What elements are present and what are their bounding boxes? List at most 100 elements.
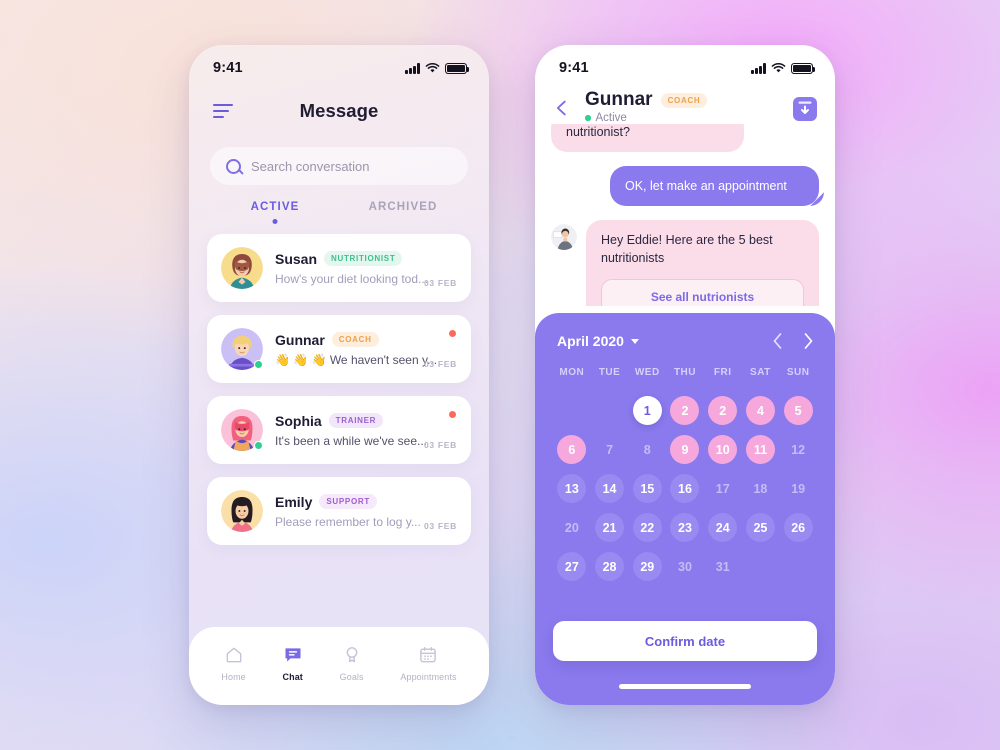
- conversation-title-row: Susan NUTRITIONIST: [275, 251, 457, 267]
- calendar-day[interactable]: 12: [784, 435, 813, 464]
- calendar-cell: 31: [704, 550, 742, 583]
- wifi-icon: [425, 62, 440, 73]
- conversation-item[interactable]: Emily SUPPORT Please remember to log y... 0…: [207, 477, 471, 545]
- wifi-icon: [771, 62, 786, 73]
- message-date: 03 FEB: [423, 521, 457, 531]
- page-title: Message: [299, 100, 379, 121]
- conversation-item[interactable]: Susan NUTRITIONIST How's your diet looking…: [207, 234, 471, 302]
- battery-icon: [445, 63, 470, 74]
- calendar-day[interactable]: 21: [595, 513, 625, 542]
- status-icons: [405, 62, 470, 74]
- unread-indicator: [449, 411, 456, 418]
- search-placeholder: Search conversation: [251, 158, 370, 174]
- weekday-tue: TUE: [598, 367, 621, 378]
- calendar-day[interactable]: 11: [745, 435, 775, 464]
- chat-header: Gunnar COACH Active: [535, 85, 835, 124]
- calendar-day[interactable]: 6: [557, 435, 587, 464]
- calendar-month-selector[interactable]: April 2020: [557, 333, 639, 349]
- calendar-day[interactable]: 17: [708, 474, 737, 503]
- calendar-day[interactable]: 8: [633, 435, 662, 464]
- calendar-day[interactable]: 14: [595, 474, 625, 503]
- status-bar-right: 9:41: [535, 45, 835, 85]
- calendar-day[interactable]: 4: [745, 396, 775, 425]
- calendar-day[interactable]: 31: [708, 552, 737, 581]
- tab-active[interactable]: ACTIVE: [211, 201, 339, 224]
- coach-avatar: [551, 224, 577, 251]
- calendar-day-grid[interactable]: 1 2 2 4 5 6 7 8 9 10 11 12 13 14 15 16 17 18 19 20 21 22 23 24 2…: [553, 394, 817, 583]
- calendar-cell: 27: [553, 550, 591, 583]
- chat-contact-role: COACH: [660, 92, 708, 108]
- download-icon[interactable]: [793, 97, 817, 121]
- contact-name: Emily: [275, 493, 313, 510]
- message-date: 03 FEB: [423, 440, 457, 450]
- search-input[interactable]: Search conversation: [210, 147, 468, 185]
- calendar-day[interactable]: 26: [783, 513, 813, 542]
- calendar-cell: 21: [591, 511, 629, 544]
- calendar-day[interactable]: 30: [670, 552, 699, 581]
- calendar-cell: 14: [591, 472, 629, 505]
- calendar-day[interactable]: 15: [632, 474, 662, 503]
- calendar-cell: 5: [779, 394, 817, 427]
- weekday-thu: THU: [673, 367, 697, 378]
- conversation-title-row: Emily SUPPORT: [275, 494, 457, 510]
- calendar-cell: 23: [666, 511, 704, 544]
- message-bubble-outgoing: OK, let make an appointment: [609, 166, 819, 207]
- chat-messages[interactable]: nutritionist? OK, let make an appointmen…: [535, 124, 835, 306]
- calendar-day[interactable]: 5: [783, 396, 813, 425]
- calendar-cell: 12: [779, 433, 817, 466]
- calendar-cell: 26: [779, 511, 817, 544]
- calendar-day[interactable]: 13: [557, 474, 587, 503]
- calendar-day[interactable]: 22: [632, 513, 662, 542]
- calendar-day[interactable]: 7: [595, 435, 624, 464]
- calendar-cell: 8: [628, 433, 666, 466]
- conversation-item[interactable]: Sophia TRAINER It's been a while we've see…: [207, 396, 471, 464]
- calendar-day[interactable]: 2: [708, 396, 738, 425]
- calendar-day[interactable]: 23: [670, 513, 700, 542]
- calendar-day[interactable]: 10: [708, 435, 738, 464]
- calendar-blank-cell: [553, 394, 591, 427]
- calendar-cell: 25: [742, 511, 780, 544]
- weekday-mon: MON: [559, 367, 585, 378]
- conversation-item[interactable]: Gunnar COACH 👋 👋 👋 We haven't seen y... 03 …: [207, 315, 471, 383]
- tab-home[interactable]: Home: [221, 645, 246, 682]
- avatar: [221, 328, 263, 370]
- weekday-sat: SAT: [750, 367, 771, 378]
- tab-archived[interactable]: ARCHIVED: [339, 201, 467, 224]
- see-all-nutritionists-button[interactable]: See all nutrionists: [601, 278, 804, 306]
- calendar-day[interactable]: 20: [557, 513, 586, 542]
- tab-goals[interactable]: Goals: [340, 645, 364, 682]
- calendar-cell: 19: [779, 472, 817, 505]
- calendar-header: April 2020: [553, 333, 817, 349]
- message-header: Message: [189, 85, 489, 129]
- calendar-day[interactable]: 28: [595, 552, 625, 581]
- back-arrow-icon[interactable]: [551, 97, 573, 119]
- calendar-cell: 29: [628, 550, 666, 583]
- role-badge: COACH: [331, 332, 379, 347]
- tab-chat-label: Chat: [282, 671, 303, 682]
- status-icons: [751, 62, 816, 74]
- calendar-day[interactable]: 29: [632, 552, 662, 581]
- calendar-day[interactable]: 27: [557, 552, 587, 581]
- tab-chat[interactable]: Chat: [283, 645, 303, 682]
- battery-icon: [791, 63, 816, 74]
- chevron-right-icon[interactable]: [804, 333, 813, 349]
- calendar-day[interactable]: 25: [745, 513, 775, 542]
- calendar-cell: 28: [591, 550, 629, 583]
- calendar-cell: 7: [591, 433, 629, 466]
- message-bubble-clipped: nutritionist?: [551, 124, 744, 153]
- confirm-date-button[interactable]: Confirm date: [553, 621, 817, 661]
- tab-appointments[interactable]: Appointments: [400, 645, 456, 682]
- calendar-cell: 2: [704, 394, 742, 427]
- calendar-day[interactable]: 16: [670, 474, 700, 503]
- calendar-day[interactable]: 9: [670, 435, 700, 464]
- calendar-day[interactable]: 19: [784, 474, 813, 503]
- chevron-left-icon[interactable]: [773, 333, 782, 349]
- calendar-day[interactable]: 1: [632, 396, 662, 425]
- calendar-day[interactable]: 18: [746, 474, 775, 503]
- contact-name: Sophia: [275, 412, 322, 429]
- calendar-day[interactable]: 2: [670, 396, 700, 425]
- calendar-cell: 9: [666, 433, 704, 466]
- online-status-dot: [254, 441, 263, 450]
- chat-contact-name: Gunnar: [585, 89, 653, 110]
- calendar-day[interactable]: 24: [708, 513, 738, 542]
